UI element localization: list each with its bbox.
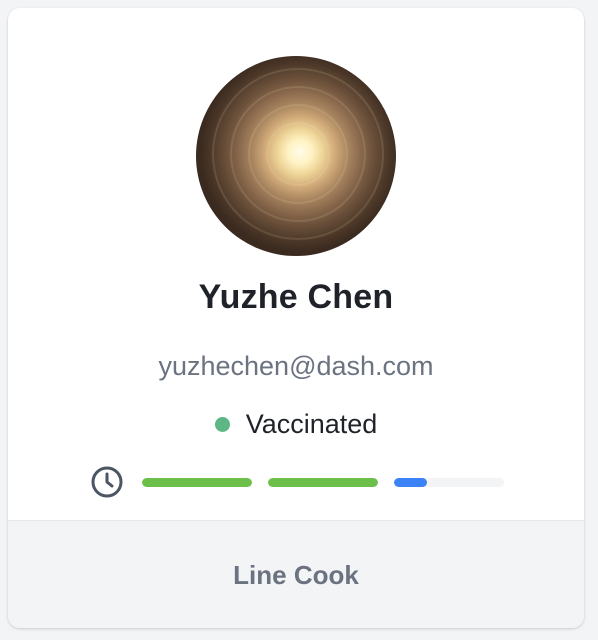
progress-fill bbox=[268, 477, 378, 487]
status-dot bbox=[214, 417, 230, 432]
progress-fill bbox=[394, 477, 427, 487]
progress-segment bbox=[268, 477, 378, 487]
avatar bbox=[196, 56, 396, 256]
progress-segment bbox=[394, 477, 504, 487]
user-email[interactable]: yuzhechen@dash.com bbox=[8, 351, 584, 382]
user-name: Yuzhe Chen bbox=[198, 278, 394, 316]
status-label: Vaccinated bbox=[245, 409, 378, 439]
clock-icon bbox=[91, 466, 123, 498]
progress-row bbox=[90, 466, 520, 498]
vaccination-status: Vaccinated bbox=[8, 409, 584, 440]
profile-card: Yuzhe Chen yuzhechen@dash.com Vaccinated… bbox=[8, 8, 584, 628]
role-footer: Line Cook bbox=[8, 520, 584, 628]
progress-fill bbox=[142, 477, 252, 487]
role-label: Line Cook bbox=[233, 559, 359, 590]
progress-segment bbox=[142, 477, 252, 487]
